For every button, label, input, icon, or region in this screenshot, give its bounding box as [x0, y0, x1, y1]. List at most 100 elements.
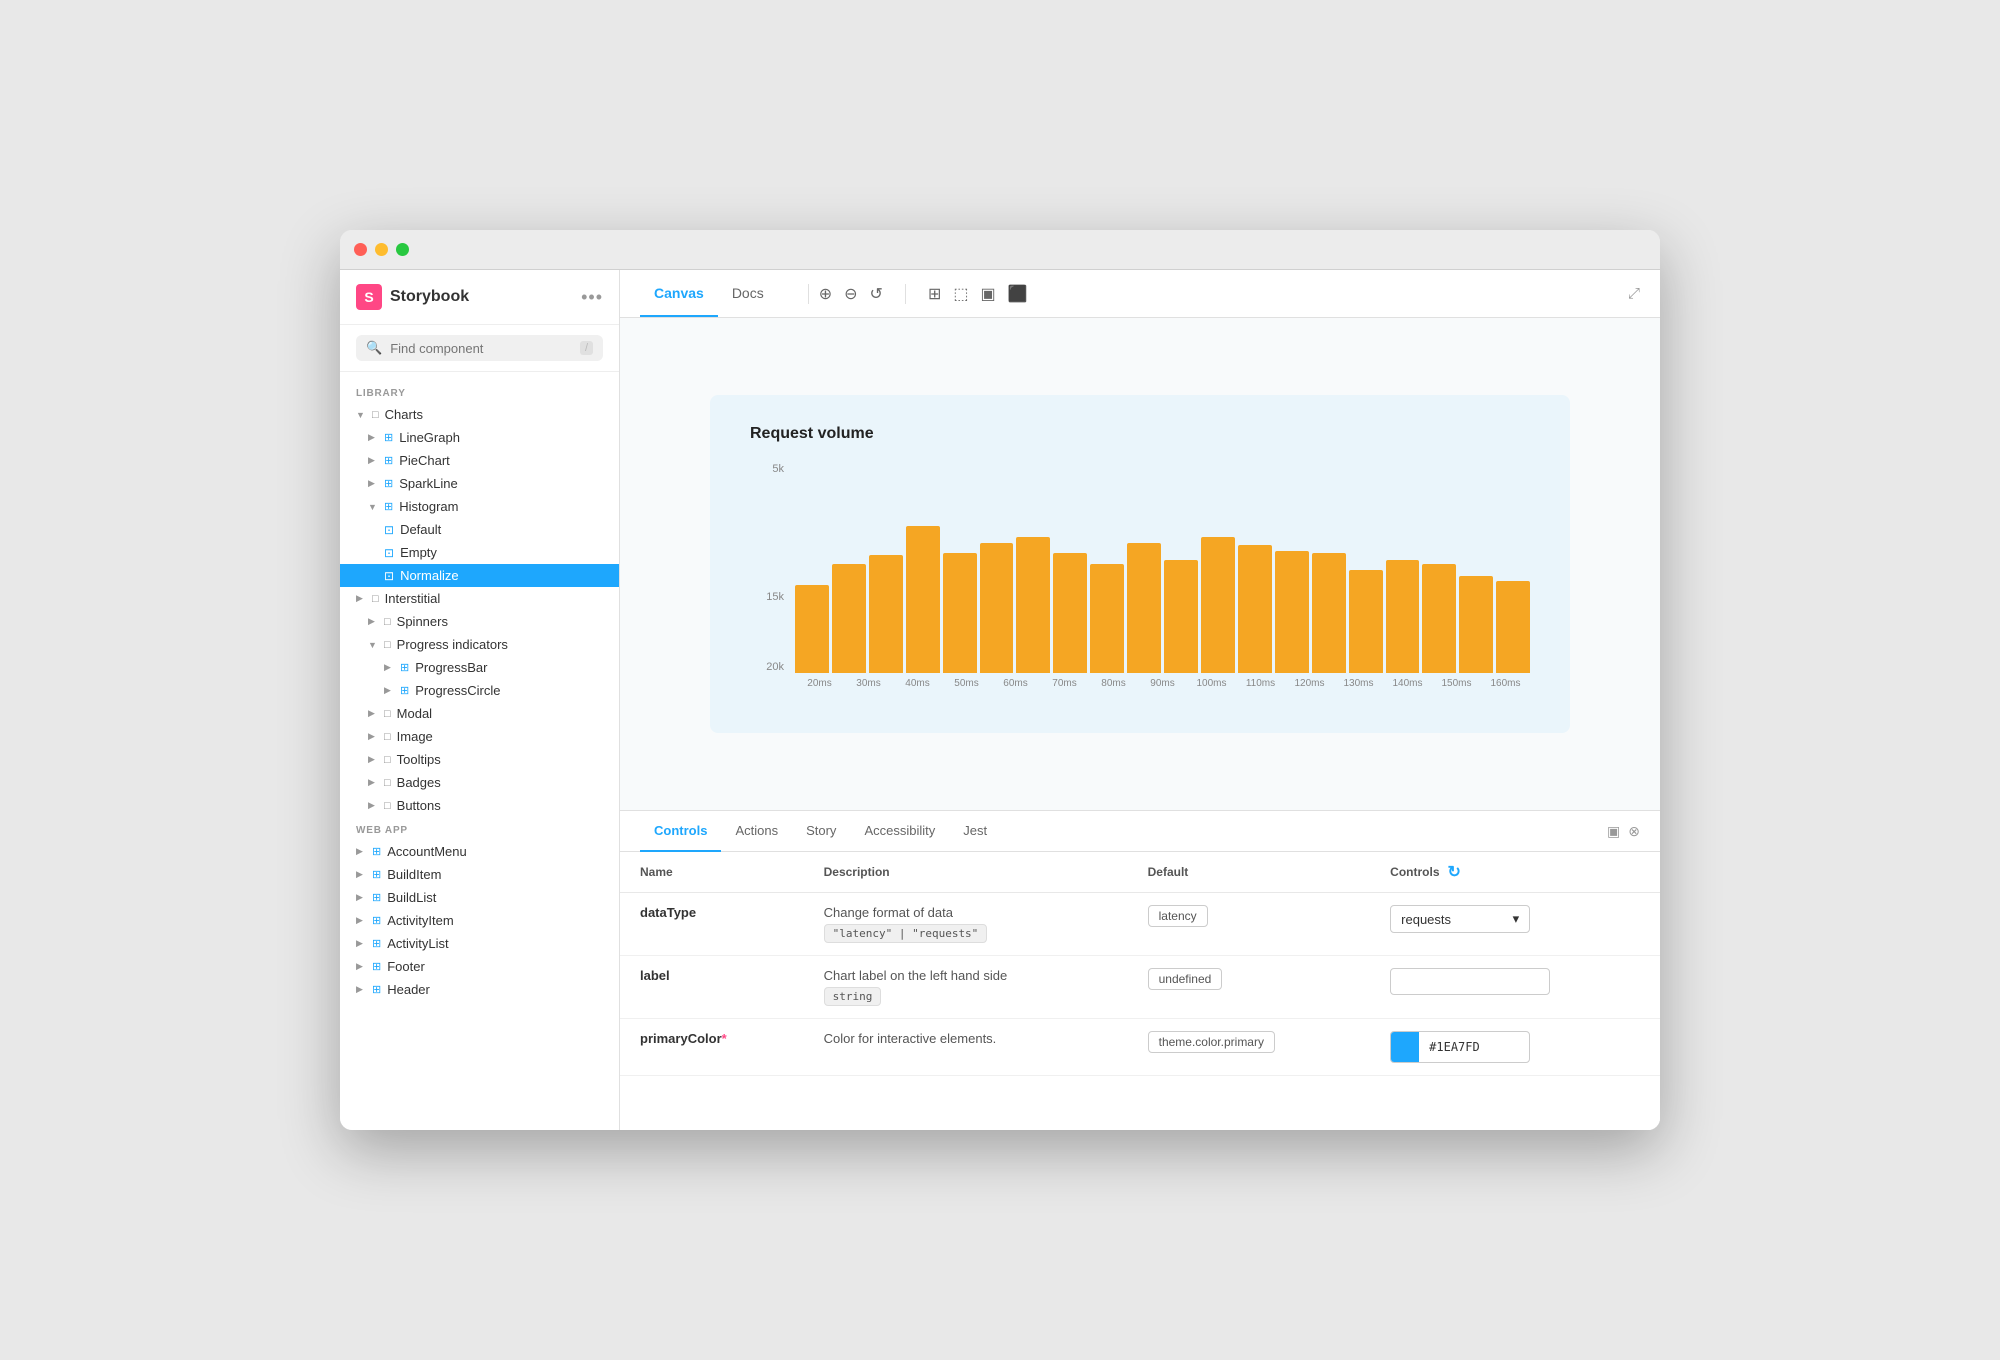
controls-data-table: Name Description Default Controls ↻ [620, 852, 1660, 1076]
main-area: Canvas Docs ⊕ ⊖ ↺ ⊞ ⬚ ▣ ⬛ ⤢ [620, 270, 1660, 1130]
x-label: 70ms [1040, 678, 1089, 703]
sidebar-item-sparkline[interactable]: ▶ ⊞ SparkLine [340, 472, 619, 495]
zoom-reset-icon[interactable]: ↺ [870, 284, 883, 304]
storybook-logo: S Storybook [356, 284, 469, 310]
panel-split-icon[interactable]: ▣ [1607, 823, 1620, 840]
chevron-icon: ▶ [368, 754, 378, 765]
chart-x-axis: 20ms 30ms 40ms 50ms 60ms 70ms 80ms 90ms … [795, 678, 1530, 703]
tab-canvas[interactable]: Canvas [640, 271, 718, 317]
sidebar-item-footer[interactable]: ▶ ⊞ Footer [340, 955, 619, 978]
sidebar-item-progressbar[interactable]: ▶ ⊞ ProgressBar [340, 656, 619, 679]
crop-icon[interactable]: ⬚ [953, 284, 968, 304]
sidebar-item-badges[interactable]: ▶ □ Badges [340, 771, 619, 794]
folder-icon: □ [384, 777, 391, 789]
chevron-icon: ▶ [356, 961, 366, 972]
sidebar-item-activityitem[interactable]: ▶ ⊞ ActivityItem [340, 909, 619, 932]
sidebar-item-buttons[interactable]: ▶ □ Buttons [340, 794, 619, 817]
sidebar-item-modal[interactable]: ▶ □ Modal [340, 702, 619, 725]
row-description: Change format of data "latency" | "reque… [804, 893, 1128, 956]
chevron-icon: ▶ [368, 708, 378, 719]
row-default: latency [1128, 893, 1371, 956]
sidebar-item-tooltips[interactable]: ▶ □ Tooltips [340, 748, 619, 771]
sidebar-item-normalize[interactable]: ⊡ Normalize [340, 564, 619, 587]
search-shortcut: / [580, 341, 593, 355]
bar [1422, 564, 1456, 673]
th-default: Default [1128, 852, 1371, 893]
code-badge: "latency" | "requests" [824, 924, 988, 943]
bar-wrap [943, 463, 977, 673]
chevron-icon: ▶ [356, 915, 366, 926]
component-icon: ⊞ [384, 431, 393, 444]
fullscreen-icon[interactable]: ⤢ [1628, 285, 1640, 302]
panel-icon[interactable]: ▣ [980, 284, 995, 304]
tab-story[interactable]: Story [792, 811, 850, 852]
bar-wrap [1459, 463, 1493, 673]
sidebar-item-buildlist[interactable]: ▶ ⊞ BuildList [340, 886, 619, 909]
bar-wrap [1016, 463, 1050, 673]
bar [832, 564, 866, 673]
desc-text: Color for interactive elements. [824, 1031, 1108, 1046]
color-picker[interactable]: #1EA7FD [1390, 1031, 1530, 1063]
component-icon: ⊞ [372, 960, 381, 973]
sidebar-item-label: Charts [385, 407, 423, 422]
tab-docs[interactable]: Docs [718, 271, 778, 317]
fullscreen-button[interactable] [396, 243, 409, 256]
bar [1201, 537, 1235, 674]
bar [943, 553, 977, 673]
bar-wrap [1275, 463, 1309, 673]
bar [795, 585, 829, 673]
sidebar-item-accountmenu[interactable]: ▶ ⊞ AccountMenu [340, 840, 619, 863]
sidebar-item-activitylist[interactable]: ▶ ⊞ ActivityList [340, 932, 619, 955]
sidebar-item-header[interactable]: ▶ ⊞ Header [340, 978, 619, 1001]
top-toolbar: Canvas Docs ⊕ ⊖ ↺ ⊞ ⬚ ▣ ⬛ ⤢ [620, 270, 1660, 318]
sidebar-item-image[interactable]: ▶ □ Image [340, 725, 619, 748]
datatype-dropdown[interactable]: requests ▾ [1390, 905, 1530, 933]
zoom-out-icon[interactable]: ⊖ [844, 284, 857, 304]
minimize-button[interactable] [375, 243, 388, 256]
sidebar-item-progresscircle[interactable]: ▶ ⊞ ProgressCircle [340, 679, 619, 702]
component-icon: ⊞ [372, 983, 381, 996]
sidebar-item-spinners[interactable]: ▶ □ Spinners [340, 610, 619, 633]
folder-icon: □ [384, 616, 391, 628]
component-icon: ⊞ [372, 891, 381, 904]
grid-icon[interactable]: ⊞ [928, 284, 941, 304]
tab-accessibility[interactable]: Accessibility [850, 811, 949, 852]
search-input[interactable] [390, 341, 572, 356]
folder-icon: □ [384, 639, 391, 651]
tab-actions[interactable]: Actions [721, 811, 792, 852]
row-control: #1EA7FD [1370, 1019, 1660, 1076]
reset-controls-icon[interactable]: ↻ [1448, 862, 1461, 882]
table-header-row: Name Description Default Controls ↻ [620, 852, 1660, 893]
default-badge: undefined [1148, 968, 1223, 990]
sidebar-item-label: Footer [387, 959, 425, 974]
sidebar-item-piechart[interactable]: ▶ ⊞ PieChart [340, 449, 619, 472]
sidebar-item-progress-indicators[interactable]: ▼ □ Progress indicators [340, 633, 619, 656]
sidebar-item-linegraph[interactable]: ▶ ⊞ LineGraph [340, 426, 619, 449]
tab-jest[interactable]: Jest [949, 811, 1001, 852]
outline-icon[interactable]: ⬛ [1008, 284, 1028, 304]
sidebar-item-empty[interactable]: ⊡ Empty [340, 541, 619, 564]
y-label: 20k [750, 661, 790, 673]
bar [1275, 551, 1309, 673]
sidebar-item-default[interactable]: ⊡ Default [340, 518, 619, 541]
toolbar-divider [808, 284, 809, 304]
zoom-in-icon[interactable]: ⊕ [819, 284, 832, 304]
sidebar-item-builditem[interactable]: ▶ ⊞ BuildItem [340, 863, 619, 886]
close-button[interactable] [354, 243, 367, 256]
bar [1016, 537, 1050, 674]
chart-plot [795, 463, 1530, 673]
sidebar-item-histogram[interactable]: ▼ ⊞ Histogram [340, 495, 619, 518]
label-input[interactable] [1390, 968, 1550, 995]
chart-y-axis: 20k 15k 5k [750, 463, 790, 673]
canvas-area: Request volume 20k 15k 5k [620, 318, 1660, 810]
sidebar-item-label: AccountMenu [387, 844, 467, 859]
sidebar-item-charts[interactable]: ▼ □ Charts [340, 403, 619, 426]
toolbar-tabs: Canvas Docs [640, 271, 778, 316]
sidebar-item-label: BuildList [387, 890, 436, 905]
controls-table: Name Description Default Controls ↻ [620, 852, 1660, 1130]
sidebar-more-button[interactable]: ••• [581, 287, 603, 308]
close-panel-icon[interactable]: ⊗ [1628, 823, 1640, 840]
folder-icon: □ [384, 800, 391, 812]
sidebar-item-interstitial[interactable]: ▶ □ Interstitial [340, 587, 619, 610]
tab-controls[interactable]: Controls [640, 811, 721, 852]
